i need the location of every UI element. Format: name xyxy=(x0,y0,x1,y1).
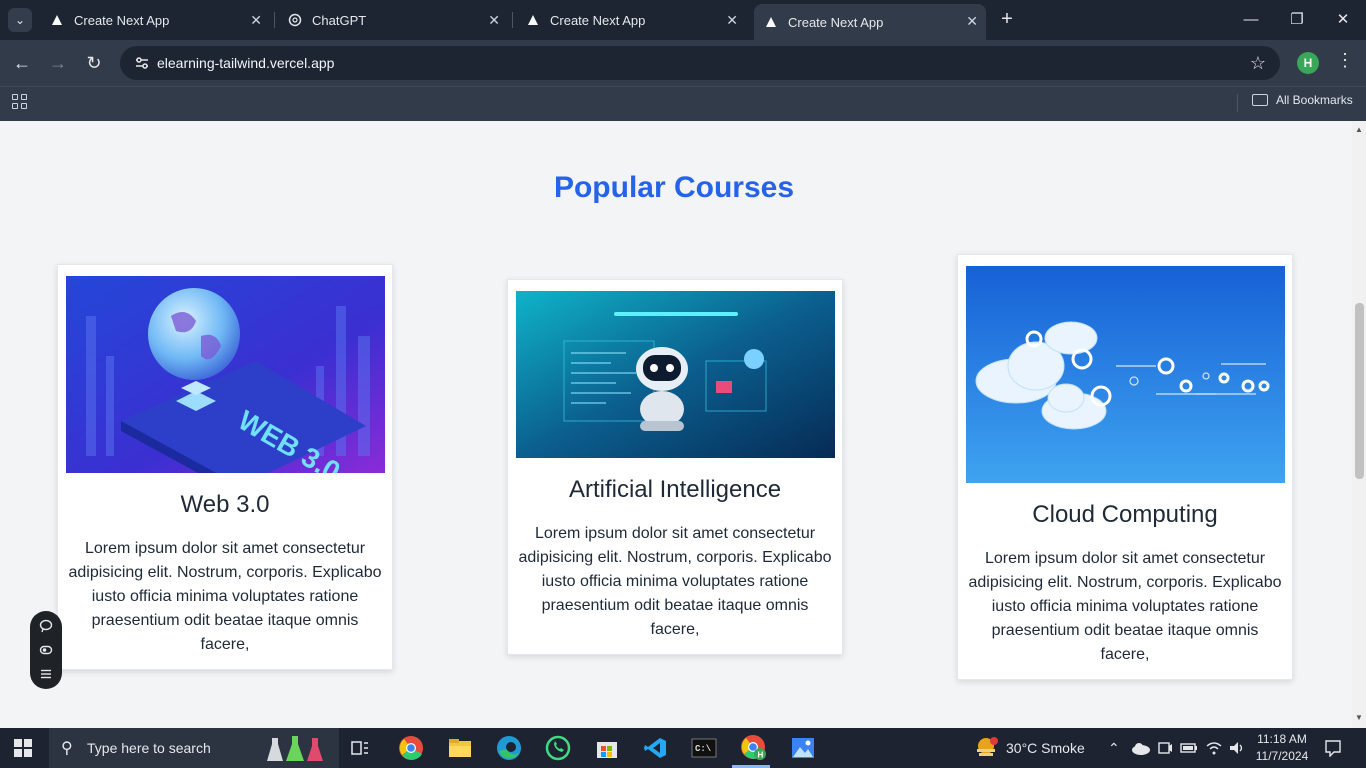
tab-label: ChatGPT xyxy=(312,12,367,28)
onedrive-cloud-icon[interactable] xyxy=(1131,728,1151,768)
scroll-down-arrow-icon[interactable]: ▼ xyxy=(1355,713,1363,722)
reload-icon[interactable]: ↻ xyxy=(81,50,107,76)
notifications-icon[interactable] xyxy=(1324,728,1342,768)
task-view-icon[interactable] xyxy=(346,734,374,762)
weather-text: 30°C Smoke xyxy=(1006,740,1085,756)
weather-widget[interactable]: 30°C Smoke xyxy=(974,728,1085,768)
tab-separator xyxy=(274,12,275,28)
folder-icon xyxy=(1252,94,1268,106)
course-title: Artificial Intelligence xyxy=(568,476,782,503)
course-card-ai[interactable]: Artificial Intelligence Lorem ipsum dolo… xyxy=(507,279,843,655)
edge-browser-icon[interactable] xyxy=(495,734,523,762)
search-icon: ⚲ xyxy=(61,740,73,757)
section-title: Popular Courses xyxy=(553,171,795,204)
course-card-cloud[interactable]: Cloud Computing Lorem ipsum dolor sit am… xyxy=(957,254,1293,680)
minimize-window-icon[interactable]: — xyxy=(1236,8,1266,32)
battery-icon[interactable] xyxy=(1180,728,1198,768)
tab-search-chevron-icon[interactable]: ⌄ xyxy=(8,8,32,32)
photos-icon[interactable] xyxy=(789,734,817,762)
bookmark-star-icon[interactable]: ☆ xyxy=(1250,53,1266,74)
course-description: Lorem ipsum dolor sit amet consectetur a… xyxy=(518,525,832,638)
scroll-thumb[interactable] xyxy=(1355,303,1364,479)
science-flasks-icon[interactable] xyxy=(266,734,328,764)
terminal-icon[interactable]: C:\ xyxy=(690,734,718,762)
volume-icon[interactable] xyxy=(1228,728,1246,768)
course-description: Lorem ipsum dolor sit amet consectetur a… xyxy=(68,540,382,653)
page-content: Popular Courses WEB 3.0 Web 3.0 Lorem ip… xyxy=(0,121,1352,728)
menu-lines-icon[interactable] xyxy=(39,667,53,681)
course-title: Web 3.0 xyxy=(180,491,270,518)
site-settings-icon[interactable] xyxy=(134,55,150,71)
chrome-profile-icon[interactable]: H xyxy=(740,734,768,762)
floating-toolbar-widget xyxy=(30,611,62,689)
chat-bubble-icon[interactable] xyxy=(39,619,53,633)
weather-smoke-icon xyxy=(974,736,998,761)
course-card-web3[interactable]: WEB 3.0 Web 3.0 Lorem ipsum dolor sit am… xyxy=(57,264,393,670)
bookmark-separator xyxy=(1237,94,1238,112)
apps-grid-icon[interactable] xyxy=(11,93,29,111)
meet-now-icon[interactable] xyxy=(1157,728,1173,768)
url-text[interactable]: elearning-tailwind.vercel.app xyxy=(157,55,334,71)
tab-create-next-app-2[interactable]: Create Next App ✕ xyxy=(516,6,746,34)
nextjs-triangle-icon xyxy=(526,13,540,27)
profile-avatar[interactable]: H xyxy=(1297,52,1319,74)
all-bookmarks-label: All Bookmarks xyxy=(1276,93,1353,107)
close-tab-icon[interactable]: ✕ xyxy=(966,13,978,30)
file-explorer-icon[interactable] xyxy=(446,734,474,762)
svg-text:C:\: C:\ xyxy=(695,744,712,754)
close-window-icon[interactable]: ✕ xyxy=(1328,8,1358,32)
browser-toolbar: ← → ↻ elearning-tailwind.vercel.app ☆ xyxy=(0,40,1366,86)
nextjs-triangle-icon xyxy=(50,13,64,27)
page-scrollbar[interactable]: ▲ ▼ xyxy=(1352,121,1366,728)
close-tab-icon[interactable]: ✕ xyxy=(488,12,500,29)
course-description: Lorem ipsum dolor sit amet consectetur a… xyxy=(968,550,1282,663)
scroll-up-arrow-icon[interactable]: ▲ xyxy=(1355,125,1363,134)
close-tab-icon[interactable]: ✕ xyxy=(250,12,262,29)
tab-label: Create Next App xyxy=(788,14,884,30)
ai-robot-illustration xyxy=(516,291,835,458)
svg-text:H: H xyxy=(758,751,764,760)
address-bar[interactable]: elearning-tailwind.vercel.app ☆ xyxy=(120,46,1280,80)
cloud-gears-illustration xyxy=(966,266,1285,483)
show-hidden-icons-chevron[interactable]: ⌃ xyxy=(1108,728,1120,768)
chrome-icon[interactable] xyxy=(397,734,425,762)
new-tab-plus-icon[interactable]: + xyxy=(996,8,1018,30)
tab-create-next-app-1[interactable]: Create Next App ✕ xyxy=(40,6,270,34)
tab-label: Create Next App xyxy=(550,12,646,28)
clock-time: 11:18 AM xyxy=(1257,732,1307,746)
tab-label: Create Next App xyxy=(74,12,170,28)
tab-chatgpt[interactable]: ChatGPT ✕ xyxy=(278,6,508,34)
microsoft-store-icon[interactable] xyxy=(593,734,621,762)
whatsapp-icon[interactable] xyxy=(544,734,572,762)
browser-tab-strip: ⌄ Create Next App ✕ ChatGPT ✕ Create Nex… xyxy=(0,0,1366,40)
course-title: Cloud Computing xyxy=(1032,501,1218,528)
web3-globe-illustration: WEB 3.0 xyxy=(66,276,385,473)
taskbar-clock[interactable]: 11:18 AM 11/7/2024 xyxy=(1252,731,1312,765)
tab-separator xyxy=(512,12,513,28)
close-tab-icon[interactable]: ✕ xyxy=(726,12,738,29)
clock-date: 11/7/2024 xyxy=(1255,749,1309,763)
all-bookmarks-button[interactable]: All Bookmarks xyxy=(1252,93,1353,107)
browser-menu-icon[interactable]: ⋮ xyxy=(1336,50,1354,71)
nextjs-triangle-icon xyxy=(764,15,778,29)
search-placeholder: Type here to search xyxy=(87,740,211,756)
wifi-icon[interactable] xyxy=(1205,728,1223,768)
forward-arrow-icon[interactable]: → xyxy=(45,50,71,76)
eye-toggle-icon[interactable] xyxy=(39,643,53,657)
windows-start-icon[interactable] xyxy=(14,739,32,757)
tab-create-next-app-active[interactable]: Create Next App ✕ xyxy=(754,4,986,40)
chatgpt-icon xyxy=(288,13,302,27)
vscode-icon[interactable] xyxy=(641,734,669,762)
back-arrow-icon[interactable]: ← xyxy=(9,50,35,76)
windows-taskbar: ⚲ Type here to search C:\ H 30°C Smoke ⌃… xyxy=(0,728,1366,768)
bookmarks-bar: All Bookmarks xyxy=(0,86,1366,121)
restore-window-icon[interactable]: ❐ xyxy=(1282,8,1312,32)
